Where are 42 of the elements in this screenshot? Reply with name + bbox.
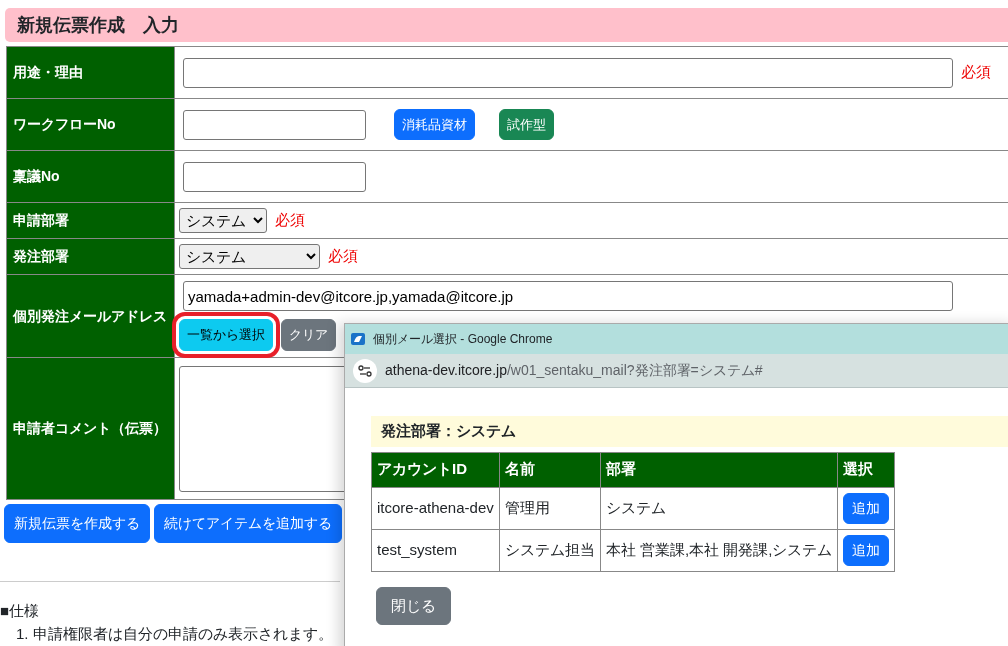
app-logo-icon [351, 333, 365, 345]
table-cell: itcore-athena-dev [371, 487, 500, 529]
department-select[interactable]: システム [179, 208, 267, 233]
department-heading: 発注部署：システム [371, 416, 1008, 447]
window-title: 個別メール選択 - Google Chrome [373, 331, 553, 348]
field-label: ワークフローNo [6, 98, 175, 151]
action-button[interactable]: 続けてアイテムを追加する [154, 504, 342, 543]
close-button[interactable]: 閉じる [376, 586, 451, 625]
field-label: 発注部署 [6, 238, 175, 275]
required-note: 必須 [328, 246, 358, 267]
table-cell: 管理用 [499, 487, 601, 529]
text-field[interactable] [183, 161, 366, 192]
table-cell: システム担当 [499, 529, 601, 571]
form-button[interactable]: 試作型 [499, 108, 554, 141]
field-label: 用途・理由 [6, 46, 175, 99]
department-select[interactable]: システム [179, 244, 320, 269]
form-button[interactable]: クリア [281, 319, 336, 351]
email-field[interactable]: yamada+admin-dev@itcore.jp,yamada@itcore.jp [183, 281, 953, 312]
field-label: 申請部署 [6, 202, 175, 239]
page-title: 新規伝票作成 入力 [5, 8, 1008, 42]
column-header: 選択 [837, 452, 895, 487]
add-button[interactable]: 追加 [843, 534, 890, 566]
field-label: 個別発注メールアドレス [6, 274, 175, 358]
column-header: 名前 [499, 452, 601, 487]
table-cell: システム [600, 487, 838, 529]
field-label: 稟議No [6, 150, 175, 203]
column-header: 部署 [600, 452, 838, 487]
action-button[interactable]: 新規伝票を作成する [4, 504, 150, 543]
required-note: 必須 [961, 62, 991, 83]
site-info-icon[interactable] [353, 358, 377, 383]
text-field[interactable] [183, 109, 366, 140]
required-note: 必須 [275, 210, 305, 231]
spec-heading: ■仕様 [0, 601, 41, 621]
add-button[interactable]: 追加 [843, 492, 890, 524]
table-cell: test_system [371, 529, 500, 571]
column-header: アカウントID [371, 452, 500, 487]
list-number: 1. [16, 623, 29, 644]
field-label: 申請者コメント（伝票） [6, 357, 175, 500]
spec-text: 申請権限者は自分の申請のみ表示されます。 [32, 623, 333, 644]
text-field[interactable] [183, 57, 953, 88]
form-button[interactable]: 消耗品資材 [394, 108, 475, 141]
table-cell: 本社 営業課,本社 開発課,システム [600, 529, 838, 571]
